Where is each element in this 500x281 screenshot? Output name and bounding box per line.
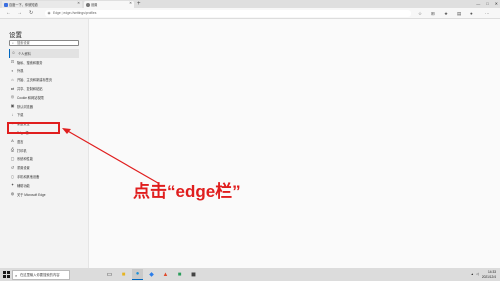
taskbar-search-placeholder: 在这里输入你要搜索的内容 — [20, 272, 60, 277]
system-tray: ▴ ◁ 14:33 2021/12/4 — [471, 268, 496, 281]
highlight-box — [7, 122, 60, 134]
app-icon[interactable]: ◼ — [188, 269, 199, 280]
search-icon: ⌕ — [15, 272, 18, 278]
annotation-callout: 点击“edge栏” — [133, 182, 241, 201]
clock[interactable]: 14:33 2021/12/4 — [482, 268, 496, 281]
taskbar: ⌕ 在这里输入你要搜索的内容 ▭ ■ ● ◆ ▲ ■ ◼ ▴ ◁ 14:33 2… — [0, 268, 500, 281]
app-icon[interactable]: ◆ — [146, 269, 157, 280]
task-view-icon[interactable]: ▭ — [104, 269, 115, 280]
start-button[interactable] — [3, 271, 10, 278]
annotation-arrow — [62, 128, 159, 184]
app-icon[interactable]: ▲ — [160, 269, 171, 280]
app-icon[interactable]: ■ — [174, 269, 185, 280]
taskbar-apps: ▭ ■ ● ◆ ▲ ■ ◼ — [104, 269, 199, 280]
volume-icon[interactable]: ◁ — [476, 268, 479, 281]
edge-app-icon[interactable]: ● — [132, 269, 143, 280]
date: 2021/12/4 — [481, 274, 496, 279]
taskbar-search-input[interactable]: ⌕ 在这里输入你要搜索的内容 — [12, 269, 70, 280]
network-icon[interactable]: ▴ — [471, 268, 473, 281]
file-explorer-icon[interactable]: ■ — [118, 269, 129, 280]
